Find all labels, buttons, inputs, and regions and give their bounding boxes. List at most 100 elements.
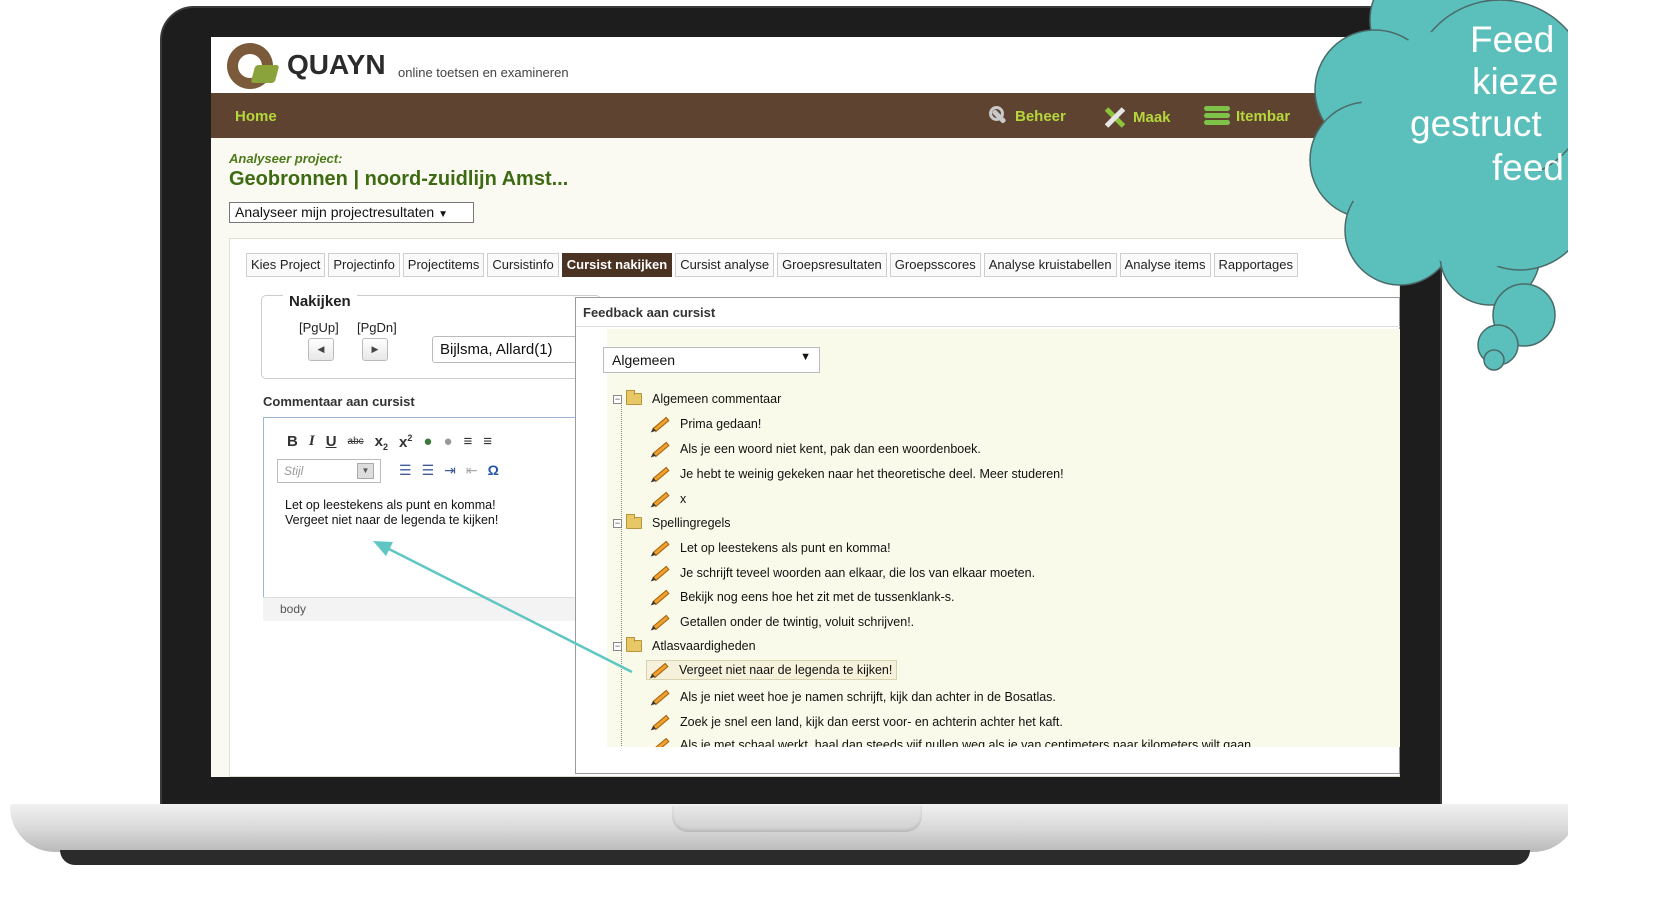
tree-item-selected[interactable]: Vergeet niet naar de legenda te kijken!: [646, 660, 898, 680]
special-char-icon[interactable]: Ω: [488, 462, 499, 479]
chevron-right-icon: ▶: [371, 344, 379, 354]
outdent-icon[interactable]: ⇤: [466, 462, 478, 479]
pencil-icon: [652, 738, 670, 747]
nav-beheer-label: Beheer: [1015, 107, 1066, 125]
tree-item-label: Vergeet niet naar de legenda te kijken!: [679, 663, 893, 677]
tree-item[interactable]: Bekijk nog eens hoe het zit met de tusse…: [652, 589, 955, 605]
chevron-down-icon: ▼: [800, 351, 811, 363]
nav-itembank[interactable]: Itembar: [1204, 106, 1290, 126]
tab-cursistinfo[interactable]: Cursistinfo: [487, 253, 559, 277]
tree-item[interactable]: Als je een woord niet kent, pak dan een …: [652, 441, 981, 457]
tree-item-label: Als je niet weet hoe je namen schrijft, …: [680, 690, 1056, 704]
editor-toolbar-lists: ☰ ☰ ⇥ ⇤ Ω: [399, 462, 499, 479]
tree-item[interactable]: x: [652, 491, 687, 507]
logo-tagline: online toetsen en examineren: [398, 65, 569, 80]
promo-image: QUAYN online toetsen en examineren Home …: [0, 0, 1568, 865]
collapse-icon[interactable]: −: [613, 518, 622, 528]
tree-group-label: Algemeen commentaar: [652, 392, 782, 406]
tree-item[interactable]: Je schrijft teveel woorden aan elkaar, d…: [652, 565, 1036, 581]
indent-icon[interactable]: ⇥: [444, 462, 456, 479]
pgup-hint: [PgUp]: [299, 320, 339, 335]
wrench-icon: [989, 106, 1009, 126]
pencil-icon: [652, 614, 670, 630]
tree-group-label: Spellingregels: [652, 516, 731, 530]
align-left-icon[interactable]: ≡: [464, 433, 473, 452]
bullet-list-icon[interactable]: ☰: [399, 462, 412, 479]
analysis-select[interactable]: Analyseer mijn projectresultaten ▼: [229, 202, 474, 223]
database-icon: [1204, 106, 1230, 126]
pencil-icon: [652, 565, 670, 581]
superscript-icon[interactable]: x2: [399, 433, 412, 452]
thought-cloud: Feed kieze gestruct feed: [1300, 0, 1568, 380]
tree-item-clipped[interactable]: Als je met schaal werkt, haal dan steeds…: [652, 738, 1372, 747]
strikethrough-icon[interactable]: abc: [348, 433, 364, 452]
tree-item-label: Je schrijft teveel woorden aan elkaar, d…: [680, 566, 1036, 580]
laptop-notch: [672, 806, 922, 832]
cloud-text-line: Feed: [1470, 19, 1555, 60]
tree-item-label: Als je met schaal werkt, haal dan steeds…: [680, 738, 1252, 747]
bold-icon[interactable]: B: [287, 433, 298, 452]
tree-group-spelling[interactable]: − Spellingregels: [613, 514, 731, 530]
pencil-icon: [652, 714, 670, 730]
nakijken-legend: Nakijken: [283, 293, 357, 310]
tab-rapportages[interactable]: Rapportages: [1213, 253, 1298, 277]
collapse-icon[interactable]: −: [613, 641, 622, 651]
feedback-category-value: Algemeen: [612, 352, 676, 368]
tree-item[interactable]: Prima gedaan!: [652, 416, 761, 432]
pencil-icon: [652, 540, 670, 556]
folder-icon: [626, 637, 642, 652]
laptop-shadow: [60, 850, 1530, 865]
tab-cursist-analyse[interactable]: Cursist analyse: [675, 253, 775, 277]
feedback-category-select[interactable]: Algemeen ▼: [603, 347, 820, 373]
nav-itembank-label: Itembar: [1236, 107, 1291, 125]
tab-kies-project[interactable]: Kies Project: [246, 253, 326, 277]
tree-item[interactable]: Als je niet weet hoe je namen schrijft, …: [652, 689, 1056, 705]
subscript-icon[interactable]: x2: [375, 433, 388, 452]
comment-line: Let op leestekens als punt en komma!: [285, 498, 496, 512]
analysis-select-value: Analyseer mijn projectresultaten: [235, 204, 435, 220]
cloud-text-line: kieze: [1472, 61, 1559, 102]
insert-link-icon[interactable]: ●: [423, 433, 432, 452]
main-navbar: Home Beheer Maak Itembar: [211, 93, 1400, 138]
tree-item[interactable]: Let op leestekens als punt en komma!: [652, 540, 891, 556]
numbered-list-icon[interactable]: ☰: [422, 462, 435, 479]
italic-icon[interactable]: I: [309, 433, 315, 452]
previous-student-button[interactable]: ◀: [308, 338, 334, 361]
student-select[interactable]: Bijlsma, Allard(1): [432, 336, 582, 363]
tab-projectitems[interactable]: Projectitems: [402, 253, 485, 277]
tree-item[interactable]: Getallen onder de twintig, voluit schrij…: [652, 614, 914, 630]
editor-toolbar-format: B I U abc x2 x2 ● ● ≡ ≡: [287, 433, 492, 452]
tab-analyse-kruistabellen[interactable]: Analyse kruistabellen: [983, 253, 1117, 277]
tree-item-label: Bekijk nog eens hoe het zit met de tusse…: [680, 590, 955, 604]
chevron-down-icon[interactable]: ▼: [357, 463, 374, 479]
nav-home[interactable]: Home: [235, 108, 277, 125]
remove-link-icon[interactable]: ●: [443, 433, 452, 452]
tools-icon: [1103, 106, 1127, 128]
tree-item[interactable]: Zoek je snel een land, kijk dan eerst vo…: [652, 714, 1063, 730]
tree-group-algemeen[interactable]: − Algemeen commentaar: [613, 390, 782, 406]
tree-item[interactable]: Je hebt te weinig gekeken naar het theor…: [652, 466, 1064, 482]
tree-group-atlas[interactable]: − Atlasvaardigheden: [613, 637, 756, 653]
tree-item-label: x: [680, 492, 687, 506]
comment-text[interactable]: Let op leestekens als punt en komma! Ver…: [285, 498, 498, 528]
tab-groepsscores[interactable]: Groepsscores: [889, 253, 981, 277]
tree-item-label: Zoek je snel een land, kijk dan eerst vo…: [680, 715, 1063, 729]
folder-icon: [626, 390, 642, 405]
tree-item: Als je met schaal werkt, haal dan steeds…: [652, 738, 1251, 747]
chevron-down-icon: ▼: [438, 209, 449, 220]
app-screen: QUAYN online toetsen en examineren Home …: [211, 37, 1400, 777]
next-student-button[interactable]: ▶: [362, 338, 388, 361]
tab-groepsresultaten[interactable]: Groepsresultaten: [777, 253, 887, 277]
pencil-icon: [652, 441, 670, 457]
tab-projectinfo[interactable]: Projectinfo: [328, 253, 400, 277]
tab-analyse-items[interactable]: Analyse items: [1119, 253, 1211, 277]
collapse-icon[interactable]: −: [613, 394, 622, 404]
align-center-icon[interactable]: ≡: [483, 433, 492, 452]
pencil-icon: [652, 466, 670, 482]
nav-maak[interactable]: Maak: [1103, 106, 1171, 128]
tab-cursist-nakijken[interactable]: Cursist nakijken: [561, 253, 673, 277]
nav-beheer[interactable]: Beheer: [989, 106, 1066, 126]
project-title: Geobronnen | noord-zuidlijn Amst...: [229, 168, 569, 190]
cloud-text-line: gestruct: [1410, 103, 1542, 144]
underline-icon[interactable]: U: [326, 433, 337, 452]
